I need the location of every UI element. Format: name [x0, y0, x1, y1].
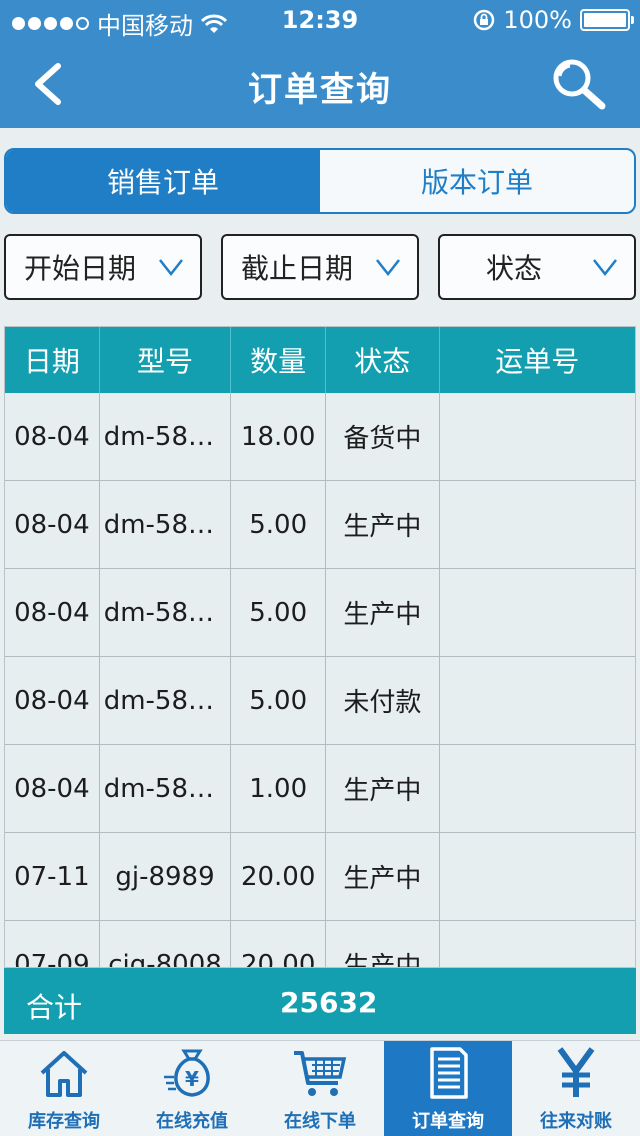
cell-quantity: 1.00	[231, 745, 327, 832]
cell-date: 08-04	[5, 393, 100, 480]
start-date-label: 开始日期	[23, 252, 136, 285]
chevron-down-icon	[593, 259, 617, 277]
tab-order-query[interactable]: 订单查询	[384, 1041, 512, 1136]
chevron-down-icon	[376, 259, 400, 277]
cell-model: dm-583…	[100, 657, 232, 744]
rotation-lock-icon	[474, 9, 495, 31]
tab-online-recharge[interactable]: ¥ 在线充值	[128, 1041, 256, 1136]
cell-model: gj-8989	[100, 833, 232, 920]
page-title: 订单查询	[248, 70, 392, 110]
cell-waybill	[440, 921, 635, 967]
app-header: 中国移动 12:39 100% 订单查询	[0, 0, 640, 128]
cell-model: dm-583…	[100, 393, 232, 480]
cell-date: 07-09	[5, 921, 100, 967]
cell-date: 08-04	[5, 657, 100, 744]
document-icon	[430, 1047, 468, 1099]
battery-icon	[580, 9, 634, 31]
table-row[interactable]: 08-04 dm-583… 1.00 生产中	[5, 745, 635, 833]
tab-label: 在线下单	[284, 1111, 356, 1132]
battery-percent: 100%	[503, 6, 572, 34]
table-row[interactable]: 08-04 dm-583… 5.00 未付款	[5, 657, 635, 745]
house-icon	[40, 1051, 88, 1097]
tab-label: 往来对账	[540, 1111, 612, 1132]
table-row[interactable]: 07-09 cjg-8008 20.00 生产中	[5, 921, 635, 967]
end-date-label: 截止日期	[240, 252, 353, 285]
search-button[interactable]	[548, 56, 608, 112]
cell-status: 生产中	[326, 745, 440, 832]
cell-date: 07-11	[5, 833, 100, 920]
cell-quantity: 18.00	[231, 393, 327, 480]
cell-waybill	[440, 481, 635, 568]
cell-date: 08-04	[5, 569, 100, 656]
tab-online-order[interactable]: 在线下单	[256, 1041, 384, 1136]
table-row[interactable]: 08-04 dm-583… 18.00 备货中	[5, 393, 635, 481]
cell-status: 备货中	[326, 393, 440, 480]
cell-waybill	[440, 833, 635, 920]
header-model: 型号	[100, 327, 232, 393]
status-right: 100%	[473, 6, 634, 34]
chevron-down-icon	[159, 259, 183, 277]
header-date: 日期	[5, 327, 100, 393]
cell-status: 未付款	[326, 657, 440, 744]
cell-waybill	[440, 745, 635, 832]
svg-text:¥: ¥	[185, 1067, 199, 1091]
start-date-filter[interactable]: 开始日期	[4, 234, 202, 300]
cell-status: 生产中	[326, 921, 440, 967]
total-bar: 合计 25632	[4, 968, 636, 1034]
cell-waybill	[440, 393, 635, 480]
status-bar: 中国移动 12:39 100%	[0, 0, 640, 40]
segment-version-orders[interactable]: 版本订单	[320, 150, 634, 212]
status-filter-label: 状态	[485, 252, 542, 285]
tab-inventory-query[interactable]: 库存查询	[0, 1041, 128, 1136]
cell-status: 生产中	[326, 569, 440, 656]
cart-icon	[294, 1051, 347, 1096]
orders-table[interactable]: 日期 型号 数量 状态 运单号 08-04 dm-583… 18.00 备货中 08-0…	[4, 326, 636, 968]
header-quantity: 数量	[231, 327, 326, 393]
cell-model: cjg-8008	[100, 921, 232, 967]
cell-waybill	[440, 569, 635, 656]
end-date-filter[interactable]: 截止日期	[221, 234, 419, 300]
order-type-segment: 销售订单 版本订单	[4, 148, 636, 214]
cell-waybill	[440, 657, 635, 744]
segment-sales-orders[interactable]: 销售订单	[6, 150, 320, 212]
table-header: 日期 型号 数量 状态 运单号	[5, 327, 635, 393]
bottom-tab-bar: 库存查询 ¥ 在线充值 在线下单 订单查询 往来对账	[0, 1040, 640, 1136]
cell-quantity: 5.00	[231, 569, 327, 656]
table-row[interactable]: 08-04 dm-583… 5.00 生产中	[5, 481, 635, 569]
tab-account-reconciliation[interactable]: 往来对账	[512, 1041, 640, 1136]
tab-label: 库存查询	[28, 1111, 100, 1132]
cell-date: 08-04	[5, 745, 100, 832]
cell-status: 生产中	[326, 833, 440, 920]
total-label: 合计	[26, 991, 83, 1024]
cell-model: dm-583…	[100, 481, 232, 568]
cell-model: dm-583…	[100, 745, 232, 832]
cell-status: 生产中	[326, 481, 440, 568]
cell-quantity: 20.00	[231, 833, 327, 920]
table-row[interactable]: 08-04 dm-583… 5.00 生产中	[5, 569, 635, 657]
cell-quantity: 20.00	[231, 921, 327, 967]
total-value: 25632	[280, 986, 378, 1019]
header-waybill: 运单号	[495, 345, 580, 378]
cell-quantity: 5.00	[231, 657, 327, 744]
cell-date: 08-04	[5, 481, 100, 568]
cell-model: dm-583…	[100, 569, 232, 656]
table-body: 08-04 dm-583… 18.00 备货中 08-04 dm-583… 5.00 生产中 0…	[5, 393, 635, 967]
table-row[interactable]: 07-11 gj-8989 20.00 生产中	[5, 833, 635, 921]
tab-label: 订单查询	[412, 1111, 484, 1132]
header-status: 状态	[326, 327, 440, 393]
yen-icon	[557, 1047, 595, 1097]
cell-quantity: 5.00	[231, 481, 327, 568]
status-filter[interactable]: 状态	[438, 234, 636, 300]
money-bag-icon: ¥	[164, 1049, 210, 1097]
tab-label: 在线充值	[156, 1111, 228, 1132]
